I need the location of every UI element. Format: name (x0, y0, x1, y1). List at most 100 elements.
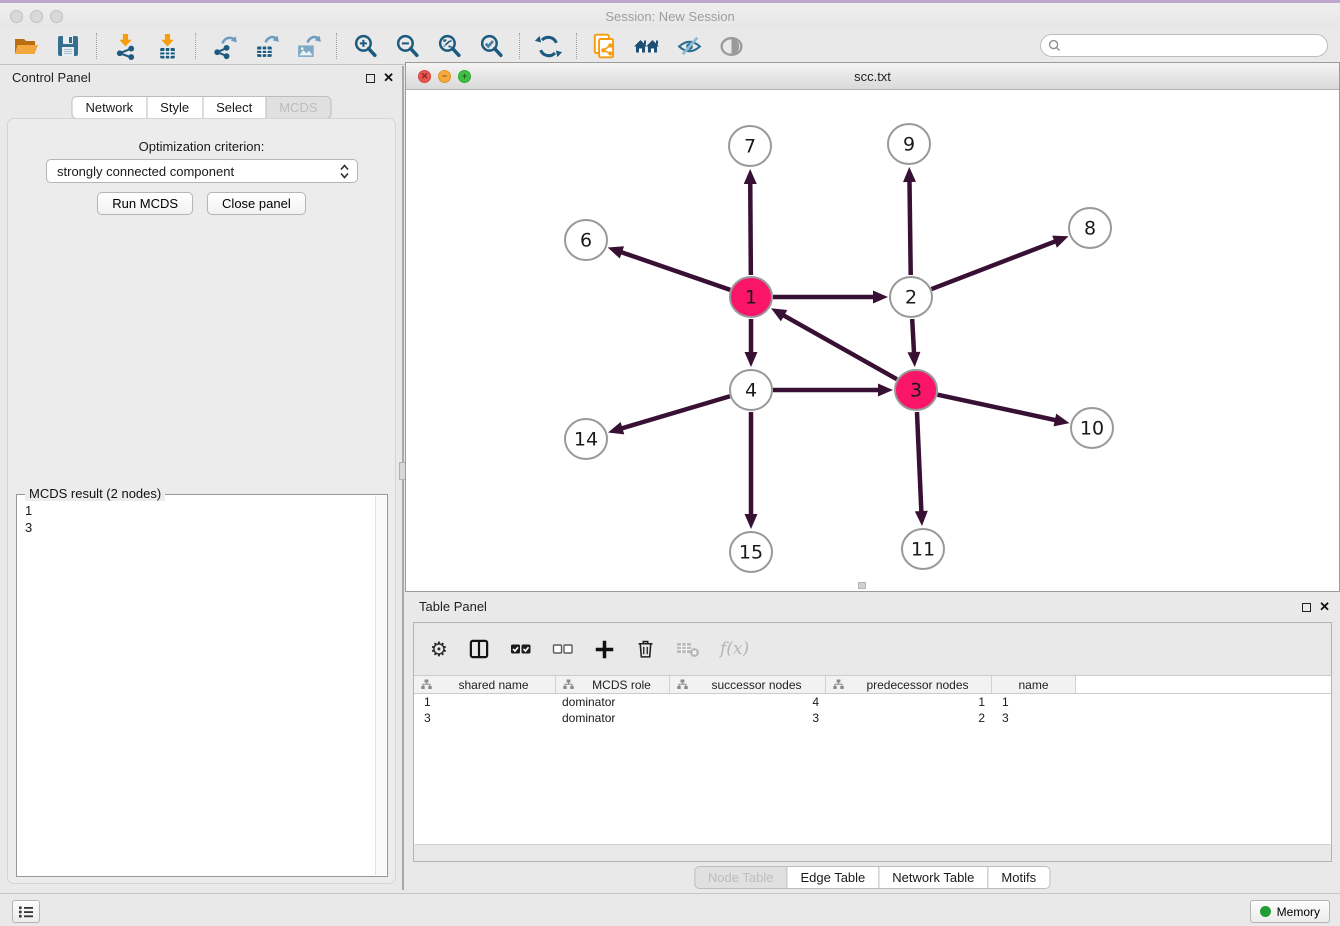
zoom-in-button[interactable] (347, 31, 383, 61)
graph-edge-2-9[interactable] (909, 180, 910, 275)
tab-mcds[interactable]: MCDS (265, 96, 331, 119)
graph-edge-4-14[interactable] (621, 396, 730, 428)
trash-icon (635, 638, 656, 660)
tab-select[interactable]: Select (202, 96, 266, 119)
close-panel-button[interactable]: Close panel (207, 192, 306, 215)
select-all-button[interactable] (510, 640, 532, 658)
selected-criterion: strongly connected component (57, 164, 234, 179)
mcds-result-list[interactable]: 13 (19, 497, 374, 874)
graph-edge-1-6[interactable] (620, 252, 730, 290)
graph-edge-arrow (608, 246, 624, 258)
tab-style[interactable]: Style (146, 96, 203, 119)
list-icon (18, 905, 34, 919)
column-header-mcds-role[interactable]: MCDS role (556, 676, 670, 693)
refresh-button[interactable] (530, 31, 566, 61)
tab-network[interactable]: Network (71, 96, 147, 119)
graph-node-9[interactable]: 9 (888, 124, 930, 164)
cell-shared-name: 1 (414, 695, 556, 709)
hide-selected-button[interactable] (671, 31, 707, 61)
panel-splitter[interactable] (402, 66, 404, 890)
export-image-button[interactable] (290, 31, 326, 61)
table-tab-network-table[interactable]: Network Table (878, 866, 988, 889)
table-panel-body: ⚙ (413, 622, 1332, 862)
graph-node-2[interactable]: 2 (890, 277, 932, 317)
table-panel: Table Panel ✕ ⚙ (405, 595, 1340, 890)
deselect-all-button[interactable] (552, 640, 574, 658)
graph-node-10[interactable]: 10 (1071, 408, 1113, 448)
column-type-icon (677, 679, 688, 690)
graph-edge-3-10[interactable] (938, 395, 1057, 421)
graph-edge-2-3[interactable] (912, 319, 914, 354)
graph-edge-1-7[interactable] (750, 182, 751, 275)
search-icon (1048, 39, 1061, 52)
graph-node-6[interactable]: 6 (565, 220, 607, 260)
select-stepper-icon (338, 163, 351, 183)
graph-node-4[interactable]: 4 (730, 370, 772, 410)
graph-node-11[interactable]: 11 (902, 529, 944, 569)
apply-function-button[interactable]: f(x) (720, 639, 749, 659)
export-network-button[interactable] (206, 31, 242, 61)
table-settings-button[interactable]: ⚙ (430, 639, 448, 659)
graph-node-8[interactable]: 8 (1069, 208, 1111, 248)
show-all-button[interactable] (713, 31, 749, 61)
fx-icon: f(x) (720, 639, 749, 659)
table-tab-node-table[interactable]: Node Table (694, 866, 788, 889)
table-scroll-strip[interactable] (415, 844, 1330, 860)
search-box[interactable] (1040, 34, 1328, 57)
canvas-resize-handle[interactable] (858, 582, 866, 589)
graph-edge-arrow (903, 167, 916, 182)
column-header-shared-name[interactable]: shared name (414, 676, 556, 693)
hide-eye-icon (676, 33, 703, 60)
float-panel-icon[interactable] (366, 74, 375, 83)
open-session-button[interactable] (8, 31, 44, 61)
column-header-label: successor nodes (688, 678, 825, 692)
graph-edge-2-8[interactable] (932, 241, 1057, 289)
table-tab-edge-table[interactable]: Edge Table (786, 866, 879, 889)
float-table-panel-icon[interactable] (1302, 603, 1311, 612)
graph-node-1[interactable]: 1 (730, 277, 772, 317)
column-header-predecessor-nodes[interactable]: predecessor nodes (826, 676, 992, 693)
table-tab-motifs[interactable]: Motifs (987, 866, 1050, 889)
memory-button[interactable]: Memory (1250, 900, 1330, 923)
column-header-successor-nodes[interactable]: successor nodes (670, 676, 826, 693)
control-panel-tabs: NetworkStyleSelectMCDS (72, 96, 331, 119)
first-neighbors-button[interactable] (629, 31, 665, 61)
graph-edge-3-1[interactable] (782, 315, 896, 380)
zoom-fit-button[interactable] (431, 31, 467, 61)
graph-edge-arrow (873, 291, 888, 304)
graph-node-15[interactable]: 15 (730, 532, 772, 572)
import-network-button[interactable] (107, 31, 143, 61)
run-mcds-button[interactable]: Run MCDS (97, 192, 193, 215)
control-panel-title: Control Panel (12, 70, 91, 85)
zoom-out-button[interactable] (389, 31, 425, 61)
graph-node-3[interactable]: 3 (895, 370, 937, 410)
graph-edge-3-11[interactable] (917, 412, 921, 513)
status-bar: Memory (0, 893, 1340, 926)
result-scrollbar[interactable] (375, 496, 386, 875)
network-from-selection-button[interactable] (587, 31, 623, 61)
mcds-panel: Optimization criterion: strongly connect… (7, 118, 396, 884)
table-row[interactable]: 1dominator411 (414, 694, 1331, 710)
delete-row-button[interactable] (635, 638, 656, 660)
add-row-button[interactable] (594, 639, 615, 660)
network-canvas[interactable]: 7 9 6 8 1 2 4 3 14 10 15 11 (406, 90, 1339, 591)
close-panel-icon[interactable]: ✕ (383, 72, 394, 84)
delete-column-button[interactable] (676, 639, 700, 659)
task-history-button[interactable] (12, 900, 40, 923)
table-row[interactable]: 3dominator323 (414, 710, 1331, 726)
close-table-panel-icon[interactable]: ✕ (1319, 601, 1330, 613)
zoom-fit-icon (436, 33, 463, 60)
search-input[interactable] (1065, 37, 1327, 55)
graph-node-7[interactable]: 7 (729, 126, 771, 166)
table-header-row: shared nameMCDS role successor nodesprede… (414, 675, 1331, 694)
optimization-criterion-select[interactable]: strongly connected component (46, 159, 358, 183)
import-table-button[interactable] (149, 31, 185, 61)
cell-mcds-role: dominator (556, 695, 670, 709)
show-column-button[interactable] (468, 638, 490, 660)
column-header-name[interactable]: name (992, 676, 1076, 693)
export-table-button[interactable] (248, 31, 284, 61)
column-type-icon (563, 679, 574, 690)
graph-node-14[interactable]: 14 (565, 419, 607, 459)
save-session-button[interactable] (50, 31, 86, 61)
zoom-selected-button[interactable] (473, 31, 509, 61)
